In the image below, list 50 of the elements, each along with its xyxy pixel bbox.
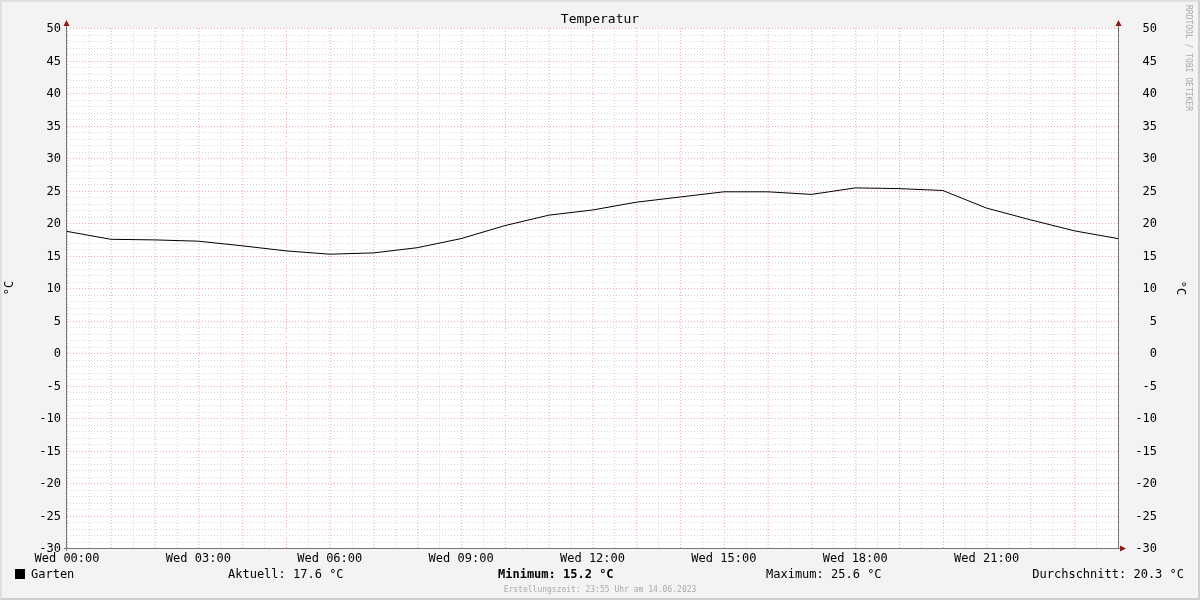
y-tick-label: -25 [1135, 508, 1157, 523]
chart-title: Temperatur [560, 11, 640, 26]
timestamp-text: Erstellungszeit: 23:55 Uhr am 14.06.2023 [503, 585, 697, 594]
y-tick-label: 50 [1142, 21, 1157, 35]
y-tick-label: 0 [1149, 346, 1157, 360]
x-tick-label: Wed 18:00 [822, 551, 888, 564]
legend-label: Garten [31, 567, 75, 581]
y-tick-label: -10 [1135, 411, 1157, 425]
y-tick-label: 5 [1149, 313, 1157, 328]
y-tick-label: 10 [46, 281, 61, 295]
y-tick-label: 35 [1142, 118, 1157, 133]
stat-value: Maximum: 25.6 °C [766, 567, 882, 581]
y-tick-label: -20 [39, 476, 61, 490]
y-tick-label: 30 [46, 151, 61, 165]
y-tick-label: 45 [46, 53, 61, 68]
stat-value: Minimum: 15.2 °C [498, 567, 614, 581]
y-tick-label: -10 [39, 411, 61, 425]
y-tick-label: -30 [1135, 541, 1157, 555]
y-tick-label: 15 [1142, 248, 1157, 263]
y-tick-label: 10 [1142, 281, 1157, 295]
x-tick-label: Wed 03:00 [165, 551, 231, 564]
y-tick-label: 20 [46, 216, 61, 230]
y-tick-label: -15 [39, 443, 61, 458]
y-tick-label: 40 [46, 86, 61, 100]
y-tick-label: 15 [46, 248, 61, 263]
axis-label: °C [1174, 280, 1188, 296]
credit-text: RRDTOOL / TOBI OETIKER [1184, 5, 1193, 111]
x-tick-label: Wed 06:00 [297, 551, 363, 564]
y-tick-label: -5 [46, 378, 61, 393]
x-tick-label: Wed 12:00 [560, 551, 625, 564]
axis-label: °C [2, 280, 16, 296]
y-tick-label: -15 [1135, 443, 1157, 458]
y-tick-label: -25 [39, 508, 61, 523]
y-tick-label: 45 [1142, 53, 1157, 68]
y-tick-label: 30 [1142, 151, 1157, 165]
y-tick-label: -20 [1135, 476, 1157, 490]
stat-value: Aktuell: 17.6 °C [228, 567, 344, 581]
y-tick-label: -5 [1142, 378, 1157, 393]
stat-value: Durchschnitt: 20.3 °C [1032, 567, 1184, 581]
y-tick-label: 0 [53, 346, 61, 360]
y-tick-label: 25 [1142, 183, 1157, 198]
y-tick-label: 5 [53, 313, 61, 328]
y-tick-label: 20 [1142, 216, 1157, 230]
y-tick-label: 50 [46, 21, 61, 35]
y-tick-label: 25 [46, 183, 61, 198]
y-tick-label: 35 [46, 118, 61, 133]
x-tick-label: Wed 15:00 [691, 551, 757, 564]
y-tick-label: 40 [1142, 86, 1157, 100]
x-tick-label: Wed 09:00 [428, 551, 494, 564]
x-tick-label: Wed 21:00 [954, 551, 1020, 564]
